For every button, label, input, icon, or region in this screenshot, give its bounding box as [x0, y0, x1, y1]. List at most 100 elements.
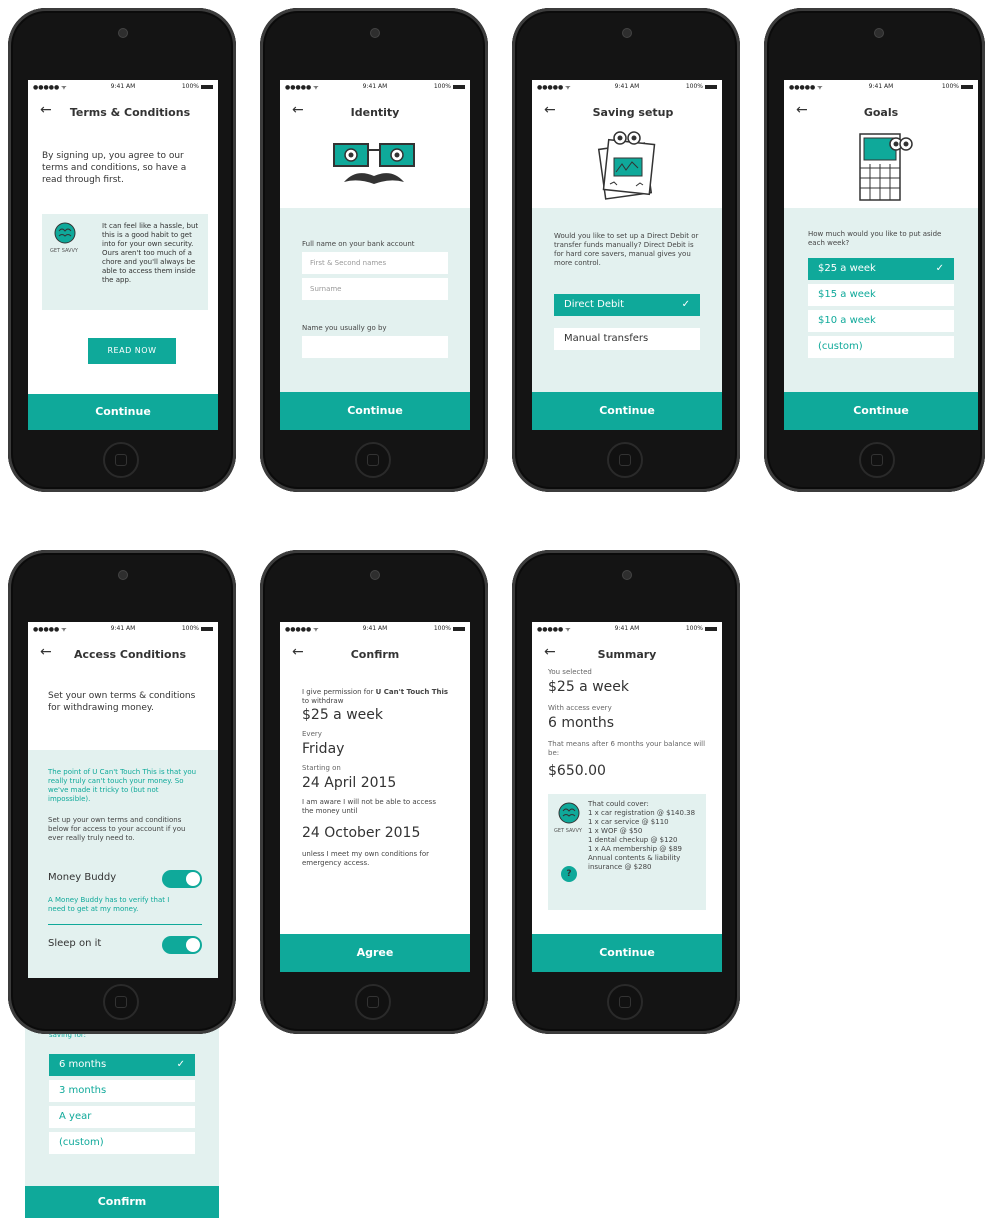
tip-badge: GET SAVVY: [50, 248, 78, 254]
cover-box: GET SAVVY ? That could cover: 1 x car re…: [548, 794, 706, 910]
every-value: Friday: [302, 741, 345, 757]
first-names-input[interactable]: First & Second names: [302, 252, 448, 274]
start-value: 24 April 2015: [302, 775, 397, 791]
battery: 100%: [182, 83, 213, 90]
battery: 100%: [434, 83, 465, 90]
unless-text: unless I meet my own conditions for emer…: [302, 850, 430, 867]
continue-button[interactable]: Continue: [532, 392, 722, 430]
selected-label: You selected: [548, 668, 592, 676]
start-label: Starting on: [302, 764, 341, 772]
read-now-button[interactable]: READ NOW: [88, 338, 176, 364]
page-title: Saving setup: [592, 106, 674, 119]
page-title: Confirm: [350, 648, 400, 661]
option-6-months[interactable]: 6 months ✓: [49, 1054, 195, 1076]
check-icon: ✓: [176, 1059, 185, 1070]
screen-saving: ●●●●● ᯤ 9:41 AM 100% ← Saving setup Woul…: [532, 80, 722, 430]
permission-text: I give permission for U Can't Touch This…: [302, 688, 449, 705]
nav-bar: ← Goals: [784, 98, 978, 128]
screen-identity: ●●●●● ᯤ 9:41 AM 100% ← Identity Full nam…: [280, 80, 470, 430]
camera: [370, 570, 380, 580]
help-icon[interactable]: ?: [561, 866, 577, 882]
option-a-year[interactable]: A year: [49, 1106, 195, 1128]
list-item: 1 dental checkup @ $120: [588, 836, 678, 844]
option-10-week[interactable]: $10 a week: [808, 310, 954, 332]
documents-icon: [597, 131, 656, 200]
screen-access: ●●●●● ᯤ 9:41 AM 100% ← Access Conditions…: [28, 622, 218, 978]
camera: [622, 570, 632, 580]
saving-panel: Would you like to set up a Direct Debit …: [532, 208, 722, 394]
access-label: With access every: [548, 704, 612, 712]
home-button[interactable]: [103, 984, 139, 1020]
screen-summary: ●●●●● ᯤ 9:41 AM 100% ← Summary You selec…: [532, 622, 722, 972]
balance-value: $650.00: [548, 763, 606, 779]
home-button[interactable]: [607, 442, 643, 478]
battery-icon: [201, 626, 213, 631]
nav-bar: ← Confirm: [280, 640, 470, 670]
amount-value: $25 a week: [302, 707, 383, 723]
nickname-input[interactable]: [302, 336, 448, 358]
full-name-label: Full name on your bank account: [302, 240, 415, 248]
battery-icon: [705, 84, 717, 89]
option-15-week[interactable]: $15 a week: [808, 284, 954, 306]
battery: 100%: [686, 83, 717, 90]
camera: [370, 28, 380, 38]
selected-value: $25 a week: [548, 679, 629, 695]
continue-button[interactable]: Continue: [280, 392, 470, 430]
battery: 100%: [686, 625, 717, 632]
access-point: The point of U Can't Touch This is that …: [48, 768, 197, 803]
agree-button[interactable]: Agree: [280, 934, 470, 972]
page-title: Summary: [597, 648, 657, 661]
camera: [874, 28, 884, 38]
nav-bar: ← Access Conditions: [28, 640, 218, 670]
continue-button[interactable]: Continue: [28, 394, 218, 430]
cover-list: 1 x car registration @ $140.38 1 x car s…: [588, 809, 702, 872]
option-25-week[interactable]: $25 a week ✓: [808, 258, 954, 280]
page-title: Terms & Conditions: [69, 106, 191, 119]
access-intro: Set your own terms & conditions for with…: [48, 691, 196, 713]
status-bar: ●●●●● ᯤ 9:41 AM 100%: [532, 622, 722, 634]
saving-question: Would you like to set up a Direct Debit …: [554, 232, 699, 267]
battery-icon: [453, 626, 465, 631]
money-buddy-toggle[interactable]: [162, 870, 202, 888]
calculator-icon: [859, 133, 913, 201]
surname-input[interactable]: Surname: [302, 278, 448, 300]
status-bar: ●●●●● ᯤ 9:41 AM 100%: [784, 80, 978, 92]
option-3-months[interactable]: 3 months: [49, 1080, 195, 1102]
home-button[interactable]: [607, 984, 643, 1020]
continue-button[interactable]: Continue: [532, 934, 722, 972]
sleep-on-it-toggle[interactable]: [162, 936, 202, 954]
option-manual-transfers[interactable]: Manual transfers: [554, 328, 700, 350]
page-title: Identity: [350, 106, 400, 119]
check-icon: ✓: [681, 299, 690, 310]
list-item: 1 x car registration @ $140.38: [588, 809, 696, 817]
glasses-mustache-icon: [333, 143, 415, 184]
option-custom[interactable]: (custom): [808, 336, 954, 358]
option-direct-debit[interactable]: Direct Debit ✓: [554, 294, 700, 316]
every-label: Every: [302, 730, 322, 738]
continue-button[interactable]: Continue: [784, 392, 978, 430]
home-button[interactable]: [859, 442, 895, 478]
camera: [622, 28, 632, 38]
status-bar: ●●●●● ᯤ 9:41 AM 100%: [280, 80, 470, 92]
phone-confirm: ●●●●● ᯤ 9:41 AM 100% ← Confirm I give pe…: [260, 550, 488, 1034]
battery: 100%: [182, 625, 213, 632]
option-custom[interactable]: (custom): [49, 1132, 195, 1154]
confirm-button[interactable]: Confirm: [25, 1186, 219, 1218]
means-label: That means after 6 months your balance w…: [548, 740, 706, 757]
access-scroll-extension: I can't touch my money until I have been…: [25, 1010, 219, 1186]
confirm-label: Confirm: [97, 1195, 147, 1208]
goals-question: How much would you like to put aside eac…: [808, 230, 942, 247]
home-button[interactable]: [355, 442, 391, 478]
battery-icon: [705, 626, 717, 631]
phone-identity: ●●●●● ᯤ 9:41 AM 100% ← Identity Full nam…: [260, 8, 488, 492]
camera: [118, 28, 128, 38]
home-button[interactable]: [355, 984, 391, 1020]
status-bar: ●●●●● ᯤ 9:41 AM 100%: [280, 622, 470, 634]
phone-access: ●●●●● ᯤ 9:41 AM 100% ← Access Conditions…: [8, 550, 236, 1034]
list-item: 1 x WOF @ $50: [588, 827, 643, 835]
home-button[interactable]: [103, 442, 139, 478]
screen-confirm: ●●●●● ᯤ 9:41 AM 100% ← Confirm I give pe…: [280, 622, 470, 972]
nav-bar: ← Identity: [280, 98, 470, 128]
status-bar: ●●●●● ᯤ 9:41 AM 100%: [28, 622, 218, 634]
phone-summary: ●●●●● ᯤ 9:41 AM 100% ← Summary You selec…: [512, 550, 740, 1034]
